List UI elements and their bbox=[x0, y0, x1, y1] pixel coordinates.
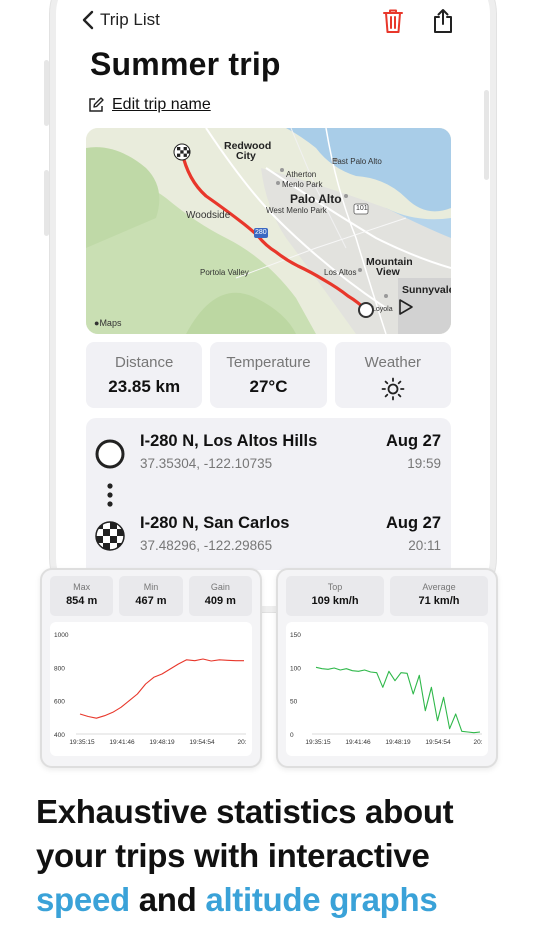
y-tick-label: 50 bbox=[290, 699, 298, 706]
edit-trip-name-button[interactable]: Edit trip name bbox=[88, 96, 211, 114]
distance-stat: Distance 23.85 km bbox=[86, 342, 203, 408]
speed-chart[interactable]: 0 50 100 150 19:35:15 19:41:46 19:48:19 19:54:5… bbox=[286, 622, 488, 756]
map-canvas bbox=[86, 128, 451, 334]
series-line bbox=[79, 658, 244, 719]
stop-end[interactable]: I-280 N, San Carlos 37.48296, -122.29865… bbox=[86, 514, 451, 564]
y-tick-label: 800 bbox=[54, 665, 65, 672]
stat-label: Weather bbox=[364, 354, 422, 371]
share-icon bbox=[434, 9, 452, 33]
map-label: Menlo Park bbox=[282, 180, 323, 189]
headline-line: your trips with interactive bbox=[36, 837, 430, 874]
back-label: Trip List bbox=[100, 10, 160, 29]
map-label: Palo Alto bbox=[290, 192, 342, 206]
y-tick-label: 0 bbox=[290, 732, 294, 739]
temperature-stat: Temperature 27°C bbox=[210, 342, 327, 408]
phone-side-button bbox=[44, 60, 49, 126]
stat-value: 23.85 km bbox=[108, 377, 181, 396]
altitude-gain-stat: Gain 409 m bbox=[188, 576, 252, 616]
map-label: View bbox=[376, 266, 400, 278]
x-tick-label: 20: bbox=[237, 739, 246, 746]
start-flag-marker bbox=[173, 143, 191, 161]
headline-highlight-speed: speed bbox=[36, 881, 130, 918]
x-tick-label: 19:48:19 bbox=[149, 739, 175, 746]
map-label: West Menlo Park bbox=[266, 206, 327, 215]
highway-280-shield: 280 bbox=[255, 229, 267, 236]
stop-coordinates: 37.48296, -122.29865 bbox=[140, 538, 273, 553]
share-button[interactable] bbox=[432, 8, 454, 39]
trip-stops: I-280 N, Los Altos Hills 37.35304, -122.… bbox=[86, 418, 451, 570]
headline-line: Exhaustive statistics about bbox=[36, 793, 454, 830]
edit-icon bbox=[89, 97, 104, 112]
y-tick-label: 150 bbox=[290, 632, 301, 639]
sun-icon bbox=[381, 377, 405, 401]
altitude-chart[interactable]: 400 600 800 1000 19:35:15 19:41:46 19:48:19 19:… bbox=[50, 622, 252, 756]
speed-average-stat: Average 71 km/h bbox=[390, 576, 488, 616]
altitude-card[interactable]: Max 854 m Min 467 m Gain 409 m 400 600 800… bbox=[40, 568, 262, 768]
altitude-max-stat: Max 854 m bbox=[50, 576, 114, 616]
route-map[interactable]: Redwood City East Palo Alto Atherton Men… bbox=[86, 128, 451, 334]
y-tick-label: 400 bbox=[54, 732, 65, 739]
stop-start[interactable]: I-280 N, Los Altos Hills 37.35304, -122.… bbox=[86, 432, 451, 482]
app-screen: Trip List Summer trip Edit trip name Red… bbox=[72, 0, 466, 570]
stop-date: Aug 27 bbox=[385, 514, 441, 532]
x-tick-label: 19:54:54 bbox=[425, 739, 451, 746]
weather-stat: Weather bbox=[334, 342, 451, 408]
stat-value: 27°C bbox=[249, 377, 288, 396]
x-tick-label: 20: bbox=[473, 739, 482, 746]
speed-card[interactable]: Top 109 km/h Average 71 km/h 0 50 100 150 19… bbox=[276, 568, 498, 768]
edit-trip-name-label: Edit trip name bbox=[112, 96, 211, 113]
back-button[interactable]: Trip List bbox=[82, 10, 160, 30]
phone-side-button bbox=[44, 170, 49, 236]
y-tick-label: 1000 bbox=[54, 632, 69, 639]
map-label: East Palo Alto bbox=[332, 157, 382, 166]
stop-coordinates: 37.35304, -122.10735 bbox=[140, 456, 273, 471]
x-tick-label: 19:35:15 bbox=[69, 739, 95, 746]
x-tick-label: 19:41:46 bbox=[109, 739, 135, 746]
speed-stats: Top 109 km/h Average 71 km/h bbox=[286, 576, 488, 616]
page-title: Summer trip bbox=[90, 46, 281, 82]
x-tick-label: 19:54:54 bbox=[189, 739, 215, 746]
speed-top-stat: Top 109 km/h bbox=[286, 576, 384, 616]
map-label: Loyola bbox=[372, 306, 393, 313]
phone-power-button bbox=[484, 90, 489, 180]
delete-button[interactable] bbox=[382, 8, 404, 39]
chevron-left-icon bbox=[82, 10, 94, 30]
x-tick-label: 19:35:15 bbox=[305, 739, 331, 746]
highway-101-shield: 101 bbox=[356, 205, 368, 212]
stop-date: Aug 27 bbox=[385, 432, 441, 450]
speed-chart-area[interactable]: 0 50 100 150 19:35:15 19:41:46 19:48:19 19:54:5… bbox=[286, 622, 488, 756]
map-label: City bbox=[236, 150, 256, 162]
altitude-chart-area[interactable]: 400 600 800 1000 19:35:15 19:41:46 19:48:19 19:… bbox=[50, 622, 252, 756]
maps-logo: ●Maps bbox=[94, 318, 122, 328]
stop-name: I-280 N, San Carlos bbox=[140, 514, 290, 532]
headline-line: speed and altitude graphs bbox=[36, 881, 438, 918]
map-label: Atherton bbox=[286, 170, 317, 179]
map-label: Sunnyvale bbox=[402, 284, 451, 296]
more-vertical-icon bbox=[107, 483, 113, 507]
headline-highlight-altitude: altitude graphs bbox=[205, 881, 438, 918]
map-label: Los Altos bbox=[324, 268, 357, 277]
trip-stats: Distance 23.85 km Temperature 27°C Weath… bbox=[86, 342, 451, 408]
stop-time: 20:11 bbox=[408, 538, 441, 553]
end-point-icon bbox=[95, 439, 125, 469]
y-tick-label: 600 bbox=[54, 699, 65, 706]
map-label: Portola Valley bbox=[200, 268, 249, 277]
stop-name: I-280 N, Los Altos Hills bbox=[140, 432, 318, 450]
y-tick-label: 100 bbox=[290, 665, 301, 672]
stat-label: Temperature bbox=[226, 354, 311, 371]
stop-time: 19:59 bbox=[407, 456, 441, 471]
marketing-headline: Exhaustive statistics about your trips w… bbox=[36, 790, 516, 922]
stat-label: Distance bbox=[114, 354, 174, 371]
trash-icon bbox=[383, 9, 403, 33]
x-tick-label: 19:48:19 bbox=[385, 739, 411, 746]
map-label: Woodside bbox=[186, 210, 231, 221]
altitude-stats: Max 854 m Min 467 m Gain 409 m bbox=[50, 576, 252, 616]
navigation-bar: Trip List bbox=[82, 8, 454, 36]
x-tick-label: 19:41:46 bbox=[345, 739, 371, 746]
series-line bbox=[315, 666, 481, 734]
checkered-flag-icon bbox=[95, 521, 125, 551]
altitude-min-stat: Min 467 m bbox=[119, 576, 183, 616]
